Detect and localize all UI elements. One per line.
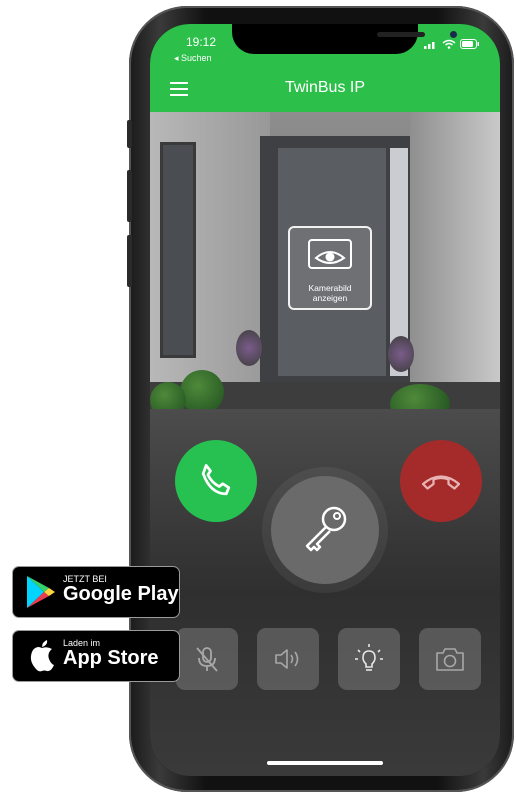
app-screen: 19:12 ◂ Suchen TwinBus IP Kamerabild anz… — [150, 24, 500, 776]
status-time: 19:12 — [186, 35, 217, 49]
google-play-big-text: Google Play — [63, 583, 179, 605]
back-to-search-link[interactable]: ◂ Suchen — [174, 53, 212, 64]
microphone-muted-icon — [196, 647, 218, 672]
flower-pot — [388, 336, 414, 372]
open-door-button[interactable] — [271, 476, 379, 584]
mute-switch — [127, 120, 132, 148]
earpiece — [377, 32, 425, 37]
camera-view[interactable]: Kamerabild anzeigen — [150, 112, 500, 409]
app-store-big-text: App Store — [63, 647, 159, 669]
front-camera — [450, 31, 457, 38]
overlay-label-line2: anzeigen — [312, 293, 348, 303]
microphone-mute-button[interactable] — [176, 628, 238, 690]
decline-call-button[interactable] — [400, 440, 482, 522]
battery-icon — [460, 39, 479, 49]
speaker-icon — [275, 649, 299, 669]
call-controls — [150, 409, 500, 776]
app-store-badge[interactable]: Laden im App Store — [12, 630, 180, 682]
camera-wall-right — [410, 112, 500, 409]
notch — [232, 24, 457, 54]
phone-hangup-icon — [421, 475, 461, 490]
show-camera-image-button[interactable]: Kamerabild anzeigen — [288, 226, 372, 310]
volume-down-button — [127, 235, 132, 287]
snapshot-button[interactable] — [419, 628, 481, 690]
signal-icon — [424, 42, 435, 49]
flower-pot — [236, 330, 262, 366]
google-play-badge[interactable]: JETZT BEI Google Play — [12, 566, 180, 618]
app-header: 19:12 ◂ Suchen TwinBus IP — [150, 24, 500, 112]
speaker-button[interactable] — [257, 628, 319, 690]
show-camera-image-label: Kamerabild anzeigen — [290, 283, 370, 303]
google-play-icon — [27, 576, 55, 608]
app-title: TwinBus IP — [284, 79, 366, 96]
home-indicator[interactable] — [267, 761, 383, 765]
camera-icon — [436, 648, 464, 671]
camera-window — [160, 142, 196, 358]
key-icon — [305, 506, 347, 552]
bush — [180, 370, 224, 409]
light-button[interactable] — [338, 628, 400, 690]
overlay-label-line1: Kamerabild — [308, 283, 352, 293]
wifi-icon — [442, 39, 456, 49]
lightbulb-icon — [355, 644, 383, 671]
volume-up-button — [127, 170, 132, 222]
phone-accept-icon — [201, 464, 231, 496]
apple-icon — [30, 640, 54, 672]
status-icons — [424, 39, 480, 49]
accept-call-button[interactable] — [175, 440, 257, 522]
eye-monitor-icon — [308, 239, 352, 269]
